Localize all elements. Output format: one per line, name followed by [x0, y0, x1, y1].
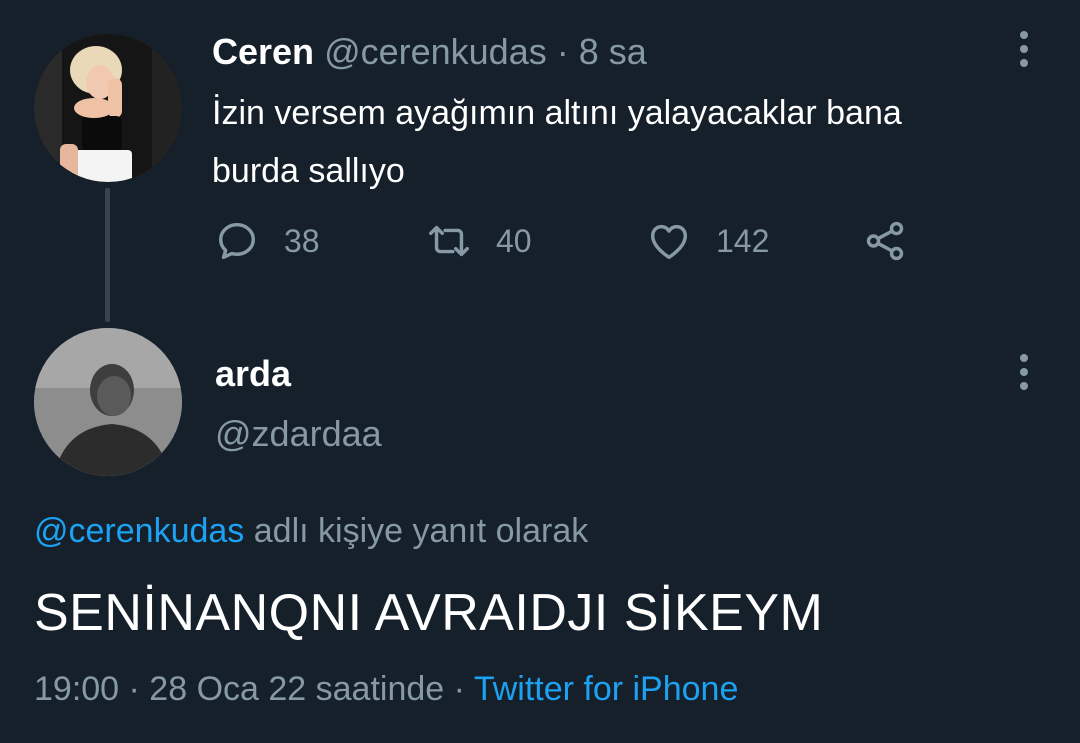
share-icon	[866, 221, 904, 261]
replying-to-handle-link[interactable]: @cerenkudas	[34, 512, 244, 550]
avatar-ceren-image	[34, 34, 182, 182]
share-action-button[interactable]	[862, 216, 908, 266]
avatar-arda-image	[34, 328, 182, 476]
header-separator: ·	[556, 31, 569, 72]
parent-tweet-text-line2: burda sallıyo	[212, 152, 405, 190]
reply-display-name[interactable]: arda	[215, 352, 291, 396]
replying-to-suffix: adlı kişiye yanıt olarak	[253, 512, 589, 550]
like-action-button[interactable]: 142	[646, 216, 769, 266]
reply-more-options-button[interactable]	[1004, 350, 1044, 394]
like-count: 142	[716, 222, 770, 259]
reply-count: 38	[284, 222, 320, 259]
tweet-timestamp[interactable]: 19:00 · 28 Oca 22 saatinde	[34, 670, 444, 708]
reply-tweet-text: SENİNANQNI AVRAIDJI SİKEYM	[34, 584, 824, 642]
reply-action-button[interactable]: 38	[214, 216, 320, 266]
avatar-ceren[interactable]	[34, 34, 182, 182]
heart-icon	[650, 224, 688, 260]
reply-handle[interactable]: @zdardaa	[215, 412, 382, 456]
thread-connector-line	[105, 188, 110, 322]
dot-icon	[1020, 382, 1028, 390]
retweet-action-button[interactable]: 40	[426, 216, 532, 266]
retweet-icon	[429, 225, 469, 257]
tweet-meta: 19:00 · 28 Oca 22 saatinde · Twitter for…	[34, 666, 738, 712]
reply-icon	[218, 222, 256, 260]
parent-display-name[interactable]: Ceren	[212, 31, 314, 72]
parent-tweet-text-line1: İzin versem ayağımın altını yalayacaklar…	[212, 94, 902, 132]
replying-to-line: @cerenkudas adlı kişiye yanıt olarak	[34, 508, 588, 554]
dot-icon	[1020, 31, 1028, 39]
parent-time[interactable]: 8 sa	[579, 31, 647, 72]
parent-more-options-button[interactable]	[1004, 27, 1044, 71]
dot-icon	[1020, 354, 1028, 362]
dot-icon	[1020, 45, 1028, 53]
meta-separator: ·	[453, 670, 465, 708]
tweet-source-link[interactable]: Twitter for iPhone	[474, 670, 739, 708]
avatar-arda[interactable]	[34, 328, 182, 476]
parent-handle[interactable]: @cerenkudas	[324, 31, 547, 72]
parent-tweet-text: İzin versem ayağımın altını yalayacaklar…	[212, 84, 1032, 200]
parent-tweet-header: Ceren @cerenkudas · 8 sa	[212, 30, 647, 74]
dot-icon	[1020, 59, 1028, 67]
dot-icon	[1020, 368, 1028, 376]
retweet-count: 40	[496, 222, 532, 259]
